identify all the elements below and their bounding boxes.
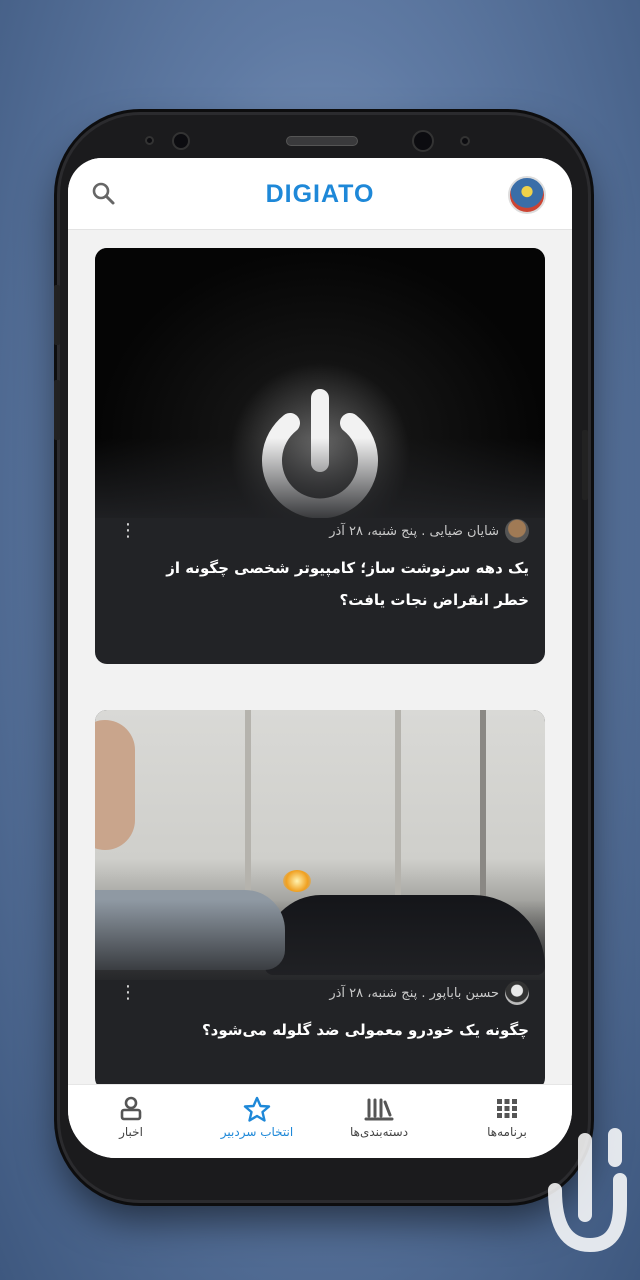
wall-post (395, 710, 401, 910)
phone-side-button (54, 380, 60, 440)
nav-label: اخبار (119, 1125, 143, 1139)
news-card[interactable]: حسین باباپور . پنج شنبه، ۲۸ آذر ⋮ چگونه … (95, 710, 545, 1090)
phone-speaker (286, 136, 358, 146)
nav-categories[interactable]: دسته‌بندی‌ها (324, 1095, 434, 1139)
nav-label: انتخاب سردبیر (220, 1125, 294, 1139)
phone-camera (412, 130, 434, 152)
bars-icon (324, 1095, 434, 1125)
author-avatar (505, 981, 529, 1005)
nav-editors-pick[interactable]: انتخاب سردبیر (202, 1095, 312, 1139)
author-avatar (505, 519, 529, 543)
bottom-navigation: برنامه‌ها دسته‌بندی‌ها انتخاب سر (68, 1084, 572, 1158)
news-card[interactable]: شایان ضیایی . پنج شنبه، ۲۸ آذر ⋮ یک دهه … (95, 248, 545, 664)
muzzle-flash (283, 870, 311, 892)
article-byline: شایان ضیایی . پنج شنبه، ۲۸ آذر (329, 523, 499, 539)
phone-side-button (54, 285, 60, 345)
article-byline: حسین باباپور . پنج شنبه، ۲۸ آذر (329, 985, 499, 1001)
phone-sensor (145, 136, 154, 145)
article-title[interactable]: یک دهه سرنوشت ساز؛ کامپیوتر شخصی چگونه ا… (129, 552, 529, 616)
image-fade (95, 900, 545, 990)
article-meta: شایان ضیایی . پنج شنبه، ۲۸ آذر (329, 518, 529, 544)
phone-sensor (460, 136, 470, 146)
app-logo: DIGIATO (265, 180, 375, 208)
wall-post (245, 710, 251, 910)
image-fade (95, 438, 545, 528)
top-bar: DIGIATO (68, 158, 572, 230)
article-title[interactable]: چگونه یک خودرو معمولی ضد گلوله می‌شود؟ (129, 1014, 529, 1046)
head-shape (95, 720, 135, 850)
more-options-icon[interactable]: ⋮ (119, 984, 137, 1002)
avatar[interactable] (508, 176, 546, 214)
nav-label: دسته‌بندی‌ها (349, 1125, 409, 1139)
app-screen: DIGIATO شایان ضیایی . پنج شنبه، ۲۸ آذر ⋮… (68, 158, 572, 1158)
wall-post (480, 710, 486, 910)
phone-side-button (582, 430, 588, 500)
store-watermark-icon (548, 1128, 627, 1253)
article-meta: حسین باباپور . پنج شنبه، ۲۸ آذر (329, 980, 529, 1006)
star-icon (202, 1095, 312, 1125)
phone-camera (172, 132, 190, 150)
nav-label: برنامه‌ها (487, 1125, 527, 1139)
more-options-icon[interactable]: ⋮ (119, 522, 137, 540)
person-icon (76, 1095, 186, 1125)
nav-news[interactable]: اخبار (76, 1095, 186, 1139)
